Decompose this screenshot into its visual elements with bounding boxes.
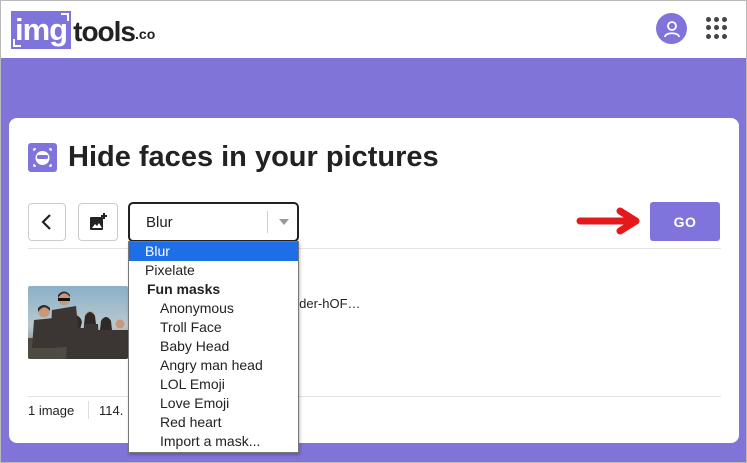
red-arrow-annotation [576,207,640,235]
add-image-icon [90,213,107,230]
face-mask-icon [28,143,57,172]
image-count: 1 image [28,403,75,418]
file-name: older-hOF… [289,296,361,311]
go-button[interactable]: GO [650,202,720,241]
dropdown-option-troll-face[interactable]: Troll Face [129,318,298,337]
app-window: img tools .co Hide faces in your picture… [0,0,747,463]
dropdown-option-love-emoji[interactable]: Love Emoji [129,394,298,413]
user-icon[interactable] [656,13,687,44]
dropdown-option-baby-head[interactable]: Baby Head [129,337,298,356]
chevron-down-icon [279,219,289,225]
dropdown-option-blur[interactable]: Blur [129,242,298,261]
back-button[interactable] [28,203,66,241]
logo-co-part: .co [135,26,156,42]
dropdown-option-import-mask[interactable]: Import a mask... [129,432,298,451]
total-size: 114. [99,403,124,418]
chevron-left-icon [41,214,51,230]
select-value: Blur [146,214,173,231]
image-thumbnail[interactable] [28,286,128,359]
grid-icon[interactable] [706,17,728,39]
dropdown-option-lol-emoji[interactable]: LOL Emoji [129,375,298,394]
effect-select[interactable]: Blur [128,202,299,242]
footer-separator [88,401,89,419]
user-silhouette-icon [663,20,680,37]
effect-dropdown-list[interactable]: Blur Pixelate Fun masks Anonymous Troll … [128,241,299,453]
add-image-button[interactable] [78,203,118,241]
dropdown-group-fun-masks: Fun masks [147,281,221,297]
dropdown-option-pixelate[interactable]: Pixelate [129,261,298,280]
imgtools-logo[interactable]: img tools .co [11,11,155,49]
main-card: Hide faces in your pictures Blur GO olde… [9,118,739,443]
dropdown-option-red-heart[interactable]: Red heart [129,413,298,432]
page-title: Hide faces in your pictures [68,141,439,173]
logo-tools-part: tools [73,16,136,47]
dropdown-option-angry-man-head[interactable]: Angry man head [129,356,298,375]
select-separator [267,211,268,233]
logo-img-part: img [11,11,72,49]
dropdown-option-anonymous[interactable]: Anonymous [129,299,298,318]
top-bar: img tools .co [1,1,746,58]
